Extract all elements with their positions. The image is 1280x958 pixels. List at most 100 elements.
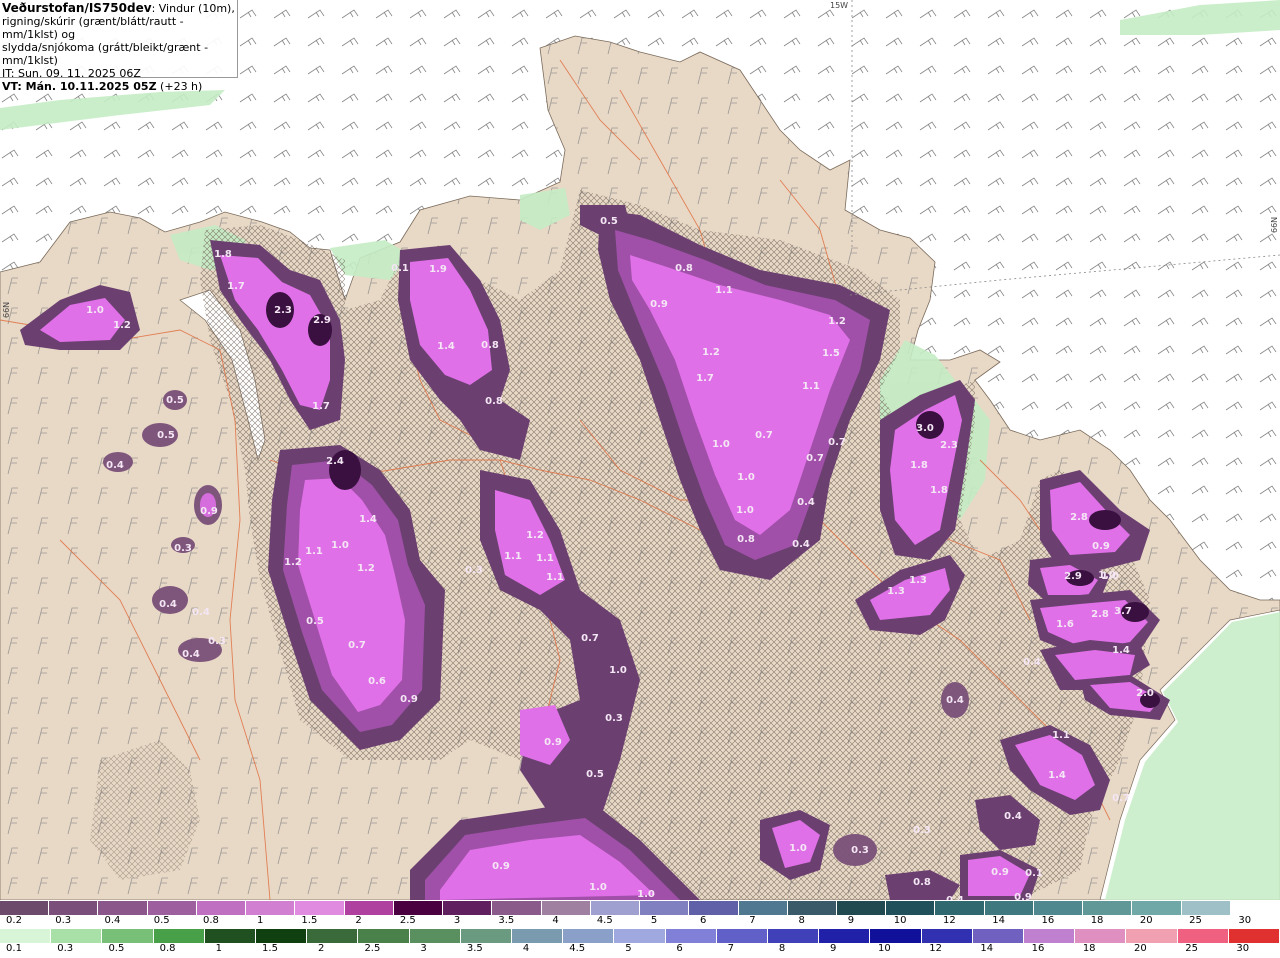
snow-scale-label: 0.8 bbox=[202, 915, 219, 926]
precip-value-label: 0.3 bbox=[851, 845, 869, 856]
precip-value-label: 0.5 bbox=[166, 395, 184, 406]
snow-scale-swatch bbox=[1132, 901, 1182, 915]
precip-value-label: 1.1 bbox=[536, 553, 554, 564]
rain-scale-label: 18 bbox=[1082, 943, 1096, 954]
snow-scale-swatch bbox=[935, 901, 985, 915]
precip-value-label: 1.2 bbox=[284, 557, 302, 568]
rain-scale-label: 8 bbox=[778, 943, 786, 954]
init-time: IT: Sun. 09. 11. 2025 06Z bbox=[2, 67, 141, 80]
precip-value-label: 0.8 bbox=[481, 340, 499, 351]
snow-scale-label: 1 bbox=[256, 915, 264, 926]
snow-scale-swatch bbox=[640, 901, 690, 915]
rain-scale-swatch bbox=[0, 929, 52, 943]
snow-scale-label: 0.4 bbox=[104, 915, 121, 926]
precip-value-label: 0.1 bbox=[1025, 868, 1043, 879]
precip-value-label: 0.4 bbox=[192, 607, 210, 618]
precip-value-label: 1.2 bbox=[526, 530, 544, 541]
rain-scale-swatch bbox=[256, 929, 308, 943]
precip-value-label: 2.8 bbox=[1091, 609, 1109, 620]
precip-value-label: 0.7 bbox=[806, 453, 824, 464]
snow-scale-label: 5 bbox=[650, 915, 658, 926]
snow-scale-label: 6 bbox=[700, 915, 707, 926]
precip-value-label: 0.7 bbox=[348, 640, 366, 651]
valid-time: VT: Mán. 10.11.2025 05Z bbox=[2, 80, 157, 93]
map-title-box: Veðurstofan/IS750dev: Vindur (10m), rign… bbox=[0, 0, 238, 93]
rain-scale-swatch bbox=[1075, 929, 1127, 943]
precip-value-label: 0.5 bbox=[600, 216, 618, 227]
rain-scale-label: 3 bbox=[420, 943, 427, 954]
precip-value-label: 0.1 bbox=[391, 263, 409, 274]
precip-value-label: 0.4 bbox=[946, 895, 964, 900]
precip-value-label: 3.7 bbox=[1114, 606, 1132, 617]
precip-value-label: 1.0 bbox=[86, 305, 104, 316]
snow-scale-label: 30 bbox=[1238, 915, 1252, 926]
precip-value-label: 1.0 bbox=[737, 472, 755, 483]
precip-value-label: 0.5 bbox=[157, 430, 175, 441]
rain-scale-swatch bbox=[102, 929, 154, 943]
snow-scale-swatch bbox=[196, 901, 247, 915]
precip-value-label: 0.4 bbox=[792, 539, 810, 550]
rain-scale-swatch bbox=[1126, 929, 1178, 943]
snow-scale-label: 7 bbox=[749, 915, 756, 926]
rain-scale-label: 30 bbox=[1236, 943, 1250, 954]
snow-color-scale bbox=[0, 901, 1280, 915]
precip-value-label: 1.6 bbox=[1056, 619, 1074, 630]
precip-value-label: 0.9 bbox=[1092, 541, 1110, 552]
rain-scale-label: 25 bbox=[1185, 943, 1198, 954]
longitude-label: 15W bbox=[830, 1, 849, 10]
precip-value-label: 0.9 bbox=[544, 737, 562, 748]
rain-scale-label: 9 bbox=[830, 943, 837, 954]
precip-value-label: 0.8 bbox=[737, 534, 755, 545]
snow-scale-label: 3.5 bbox=[498, 915, 515, 926]
precip-value-label: 1.0 bbox=[589, 882, 607, 893]
snow-scale-swatch bbox=[738, 901, 788, 915]
precip-value-label: 1.2 bbox=[702, 347, 720, 358]
precip-value-label: 0.7 bbox=[755, 430, 773, 441]
rain-scale-swatch bbox=[819, 929, 871, 943]
precip-value-label: 2.0 bbox=[1136, 688, 1154, 699]
precip-value-label: 0.4 bbox=[1004, 811, 1022, 822]
snow-scale-swatch bbox=[344, 901, 394, 915]
precip-value-label: 0.8 bbox=[485, 396, 503, 407]
snow-scale-label: 3 bbox=[453, 915, 461, 926]
precip-value-label: 1.9 bbox=[429, 264, 447, 275]
rain-scale-swatch bbox=[921, 929, 973, 943]
rain-scale-swatch bbox=[1228, 929, 1280, 943]
snow-scale-label: 10 bbox=[893, 915, 907, 926]
snow-scale-label: 0.5 bbox=[153, 915, 170, 926]
snow-scale-swatch bbox=[393, 901, 444, 915]
precip-value-label: 0.9 bbox=[991, 867, 1009, 878]
rain-scale-swatch bbox=[768, 929, 820, 943]
snow-scale-swatch bbox=[295, 901, 345, 915]
precip-value-label: 2.3 bbox=[940, 440, 958, 451]
snow-scale-swatch bbox=[836, 901, 887, 915]
rain-scale-label: 20 bbox=[1134, 943, 1147, 954]
precip-value-label: 2.9 bbox=[1064, 571, 1082, 582]
precip-value-label: 1.1 bbox=[1052, 730, 1070, 741]
title-line-rain: rigning/skúrir (grænt/blátt/rautt - mm/1… bbox=[2, 15, 184, 41]
rain-scale-label: 0.3 bbox=[57, 943, 74, 954]
rain-scale-label: 4.5 bbox=[569, 943, 586, 954]
precip-value-label: 1.4 bbox=[437, 341, 455, 352]
precip-value-label: 1.0 bbox=[331, 540, 349, 551]
precip-value-label: 1.1 bbox=[802, 381, 820, 392]
rain-scale-swatch bbox=[563, 929, 615, 943]
rain-scale-label: 12 bbox=[929, 943, 942, 954]
rain-scale-swatch bbox=[204, 929, 257, 943]
snow-scale-labels: 0.2 0.3 0.4 0.5 0.8 1 1.5 2 2.5 3 3.5 4 4.5 5 6 7 8 9 10 12… bbox=[0, 915, 1280, 929]
precip-value-label: 0.3 bbox=[605, 713, 623, 724]
precip-value-label: 0.8 bbox=[913, 877, 931, 888]
precip-value-label: 1.4 bbox=[1112, 645, 1130, 656]
rain-scale-label: 4 bbox=[522, 943, 530, 954]
precip-value-label: 2.9 bbox=[313, 315, 331, 326]
rain-scale-label: 6 bbox=[676, 943, 683, 954]
rain-scale-swatch bbox=[358, 929, 410, 943]
precip-value-label: 1.1 bbox=[715, 285, 733, 296]
rain-scale-swatch bbox=[1024, 929, 1076, 943]
precip-value-label: 0.5 bbox=[306, 616, 324, 627]
snow-scale-label: 4 bbox=[552, 915, 559, 926]
precip-value-label: 1.8 bbox=[214, 249, 232, 260]
rain-scale-swatch bbox=[870, 929, 922, 943]
weather-map: 0.50.80.91.11.21.51.21.71.11.00.70.70.71… bbox=[0, 0, 1280, 900]
snow-scale-label: 2 bbox=[355, 915, 362, 926]
